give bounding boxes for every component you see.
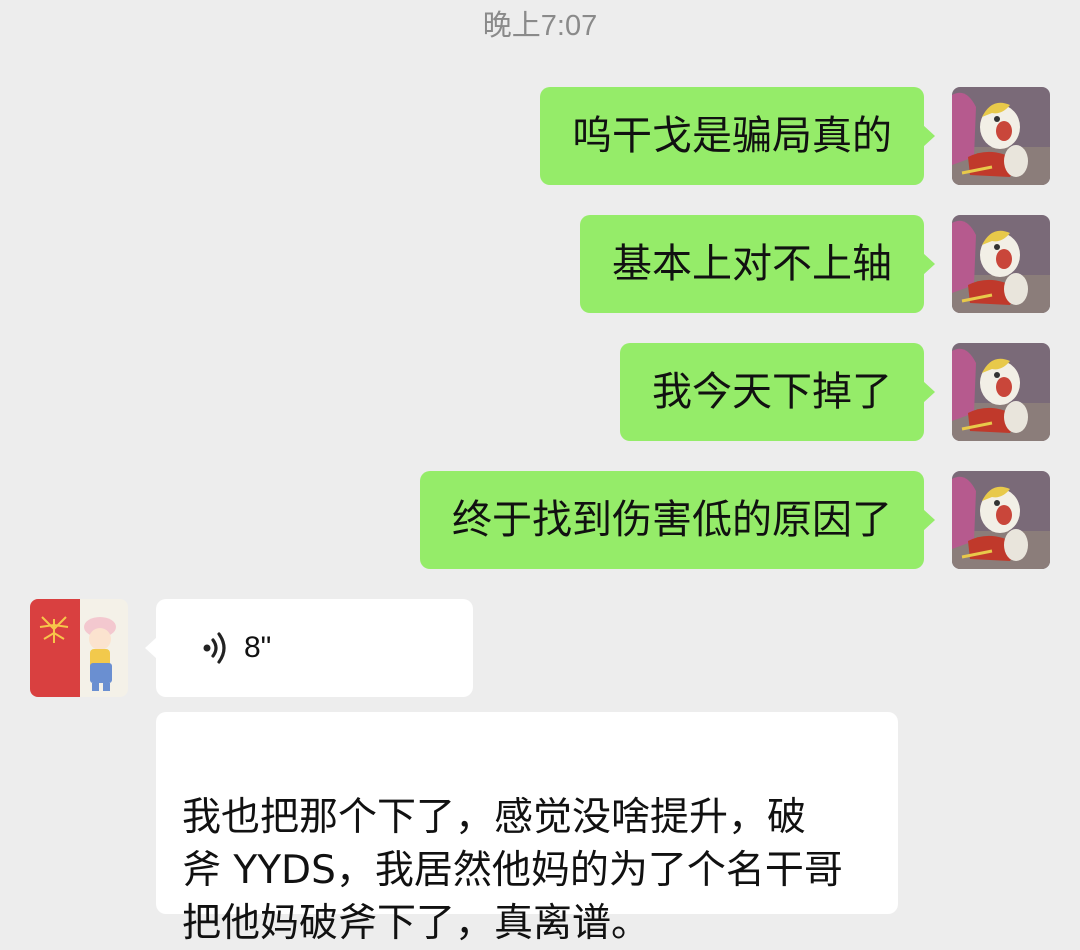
my-avatar[interactable] [952,471,1050,569]
message-text: 终于找到伤害低的原因了 [452,497,892,543]
sent-message-bubble[interactable]: 基本上对不上轴 [580,215,935,313]
my-avatar[interactable] [952,215,1050,313]
sent-message-bubble[interactable]: 我今天下掉了 [620,343,935,441]
sent-message-bubble[interactable]: 呜干戈是骗局真的 [540,87,935,185]
contact-avatar[interactable] [30,599,128,697]
message-text: 我也把那个下了，感觉没啥提升，破 斧 YYDS，我居然他妈的为了个名干哥 把他妈… [182,795,843,946]
cartoon-cat-avatar-icon [952,215,1050,313]
sent-message-bubble[interactable]: 终于找到伤害低的原因了 [420,471,935,569]
cartoon-cat-avatar-icon [952,471,1050,569]
voice-message-bubble[interactable]: 8" [145,599,473,697]
received-message-bubble[interactable]: 我也把那个下了，感觉没啥提升，破 斧 YYDS，我居然他妈的为了个名干哥 把他妈… [156,712,898,946]
message-text: 我今天下掉了 [652,369,892,415]
my-avatar[interactable] [952,343,1050,441]
message-text: 呜干戈是骗局真的 [572,113,892,159]
message-timestamp: 晚上7:07 [482,10,598,42]
message-text: 基本上对不上轴 [612,241,892,287]
national-day-avatar-icon [30,599,128,697]
my-avatar[interactable] [952,87,1050,185]
cartoon-cat-avatar-icon [952,87,1050,185]
voice-duration: 8" [244,631,272,664]
cartoon-cat-avatar-icon [952,343,1050,441]
voice-wave-icon [203,632,226,664]
